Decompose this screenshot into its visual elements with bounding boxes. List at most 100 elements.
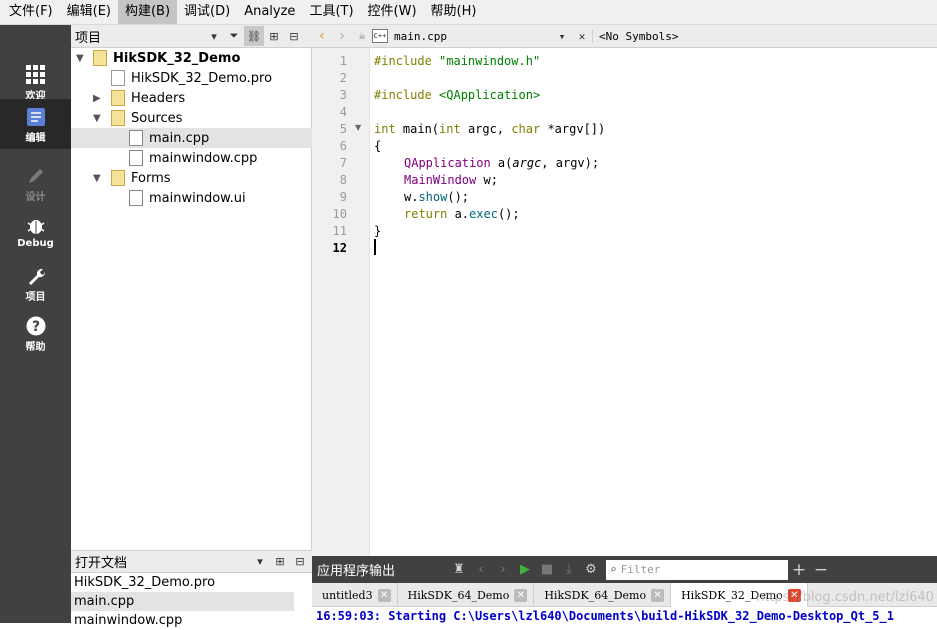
close-icon[interactable]: ✕ [572, 26, 592, 46]
code-token: return [404, 207, 448, 221]
mode-label: 帮助 [25, 342, 46, 353]
open-doc-item[interactable]: HikSDK_32_Demo.pro [71, 573, 294, 592]
output-filter[interactable]: ⌕ Filter [606, 559, 788, 580]
menu-edit[interactable]: 编辑(E) [60, 0, 118, 24]
chevron-down-icon[interactable]: ▼ [76, 53, 84, 64]
symbols-combo[interactable]: <No Symbols> [592, 29, 678, 43]
line-number-gutter: 1 2 3 4 5 6 7 8 9 10 11 12 ▼ [312, 48, 370, 556]
chevron-down-icon[interactable]: ▾ [552, 26, 572, 46]
editor-toolbar: ‹ › 🔒︎ C++ main.cpp ▾ ✕ <No Symbols> [312, 25, 937, 48]
mode-projects[interactable]: 项目 [0, 258, 71, 308]
open-doc-item[interactable]: mainwindow.cpp [71, 611, 294, 630]
search-icon: ⌕ [610, 563, 617, 576]
tree-label: main.cpp [149, 130, 210, 146]
minus-icon[interactable]: − [810, 559, 832, 581]
output-pane-title: 应用程序输出 [317, 564, 396, 579]
open-documents-list: HikSDK_32_Demo.pro main.cpp mainwindow.c… [71, 573, 312, 628]
code-token: int [439, 122, 461, 136]
tree-item-project[interactable]: ▼ HikSDK_32_Demo [71, 48, 312, 68]
code-token: w. [404, 190, 419, 204]
output-body[interactable]: 16:59:03: Starting C:\Users\lzl640\Docum… [312, 607, 937, 623]
project-folder-icon [93, 50, 107, 66]
line-number: 10 [332, 207, 347, 221]
back-icon[interactable]: ‹ [470, 559, 492, 581]
split-icon[interactable]: ⊞ [270, 552, 290, 572]
menu-debug[interactable]: 调试(D) [177, 0, 237, 24]
code-token: a. [447, 207, 470, 221]
output-tab[interactable]: HikSDK_64_Demo ✕ [534, 583, 672, 607]
forward-icon[interactable]: › [492, 559, 514, 581]
code-token: int [374, 122, 396, 136]
tree-item-forms[interactable]: ▼ Forms [71, 168, 312, 188]
close-icon[interactable]: ✕ [377, 588, 391, 602]
gear-icon[interactable]: ⚙ [580, 559, 602, 581]
menu-widgets[interactable]: 控件(W) [361, 0, 424, 24]
back-icon[interactable]: ‹ [312, 26, 332, 46]
tree-item-headers[interactable]: ▶ Headers [71, 88, 312, 108]
chevron-down-icon[interactable]: ▾ [204, 26, 224, 46]
project-panel-header: 项目 ▾ ⏷ ⛓ ⊞ ⊟ [71, 25, 312, 48]
link-icon[interactable]: ⛓ [244, 26, 264, 46]
open-doc-item[interactable]: main.cpp [71, 592, 294, 611]
mode-edit[interactable]: 编辑 [0, 99, 71, 149]
tree-item-main-cpp[interactable]: main.cpp [71, 128, 312, 148]
ui-file-icon [129, 190, 143, 206]
line-number: 12 [332, 241, 347, 255]
line-number: 8 [339, 173, 347, 187]
open-documents-title: 打开文档 [75, 556, 128, 571]
mode-label: 项目 [25, 292, 46, 303]
code-token: QApplication [404, 156, 491, 170]
code-line: QApplication a(argc, argv); [404, 155, 599, 172]
code-editor[interactable]: #include "mainwindow.h" #include <QAppli… [370, 48, 937, 556]
menu-help[interactable]: 帮助(H) [424, 0, 484, 24]
attach-icon[interactable]: ⤓ [558, 559, 580, 581]
close-panel-icon[interactable]: ⊟ [290, 552, 310, 572]
close-icon[interactable]: ✕ [651, 588, 665, 602]
chevron-down-icon[interactable]: ▼ [93, 113, 101, 124]
tree-item-mainwindow-ui[interactable]: mainwindow.ui [71, 188, 312, 208]
help-icon: ? [26, 316, 45, 336]
split-icon[interactable]: ⊞ [264, 26, 284, 46]
stop-icon[interactable]: ■ [536, 559, 558, 581]
header-folder-icon [111, 90, 125, 106]
code-line: { [374, 139, 382, 153]
output-line: 16:59:03: Starting C:\Users\lzl640\Docum… [316, 609, 894, 623]
mode-debug[interactable]: Debug [0, 208, 71, 258]
tree-item-mainwindow-cpp[interactable]: mainwindow.cpp [71, 148, 312, 168]
tree-label: mainwindow.ui [149, 190, 246, 206]
qt-project-file-icon [111, 70, 125, 86]
code-token: *argv[]) [540, 122, 606, 136]
lock-icon: 🔒︎ [359, 29, 365, 42]
menu-analyze[interactable]: Analyze [237, 0, 302, 24]
output-tab[interactable]: untitled3 ✕ [312, 583, 398, 607]
clean-icon[interactable]: ♜ [448, 559, 470, 581]
output-tab[interactable]: HikSDK_64_Demo ✕ [398, 583, 535, 607]
line-number: 1 [339, 54, 347, 68]
close-icon[interactable]: ✕ [514, 588, 528, 602]
code-token: (); [447, 190, 470, 204]
chevron-down-icon[interactable]: ▾ [250, 552, 270, 572]
tree-item-sources[interactable]: ▼ Sources [71, 108, 312, 128]
filter-icon[interactable]: ⏷ [224, 26, 244, 46]
close-panel-icon[interactable]: ⊟ [284, 26, 304, 46]
mode-design[interactable]: 设计 [0, 158, 71, 208]
code-line: return a.exec(); [404, 206, 520, 223]
menu-file[interactable]: 文件(F) [2, 0, 60, 24]
code-token: #include [374, 88, 432, 102]
chevron-down-icon[interactable]: ▼ [93, 173, 101, 184]
editor-file-combo[interactable]: main.cpp [388, 30, 552, 43]
run-icon[interactable]: ▶ [514, 559, 536, 581]
forward-icon[interactable]: › [332, 26, 352, 46]
watermark: https://blog.csdn.net/lzl640 [756, 590, 934, 605]
fold-marker-icon[interactable]: ▼ [355, 123, 361, 132]
menu-tools[interactable]: 工具(T) [302, 0, 360, 24]
code-token: show [418, 190, 448, 204]
chevron-right-icon[interactable]: ▶ [93, 93, 101, 104]
tree-item-pro-file[interactable]: HikSDK_32_Demo.pro [71, 68, 312, 88]
mode-help[interactable]: ? 帮助 [0, 308, 71, 358]
tree-label: HikSDK_32_Demo.pro [131, 70, 273, 86]
menu-build[interactable]: 构建(B) [117, 0, 178, 24]
code-line: #include "mainwindow.h" [374, 53, 540, 70]
project-tree: ▼ HikSDK_32_Demo HikSDK_32_Demo.pro ▶ He… [71, 48, 312, 550]
add-icon[interactable]: + [788, 559, 810, 581]
